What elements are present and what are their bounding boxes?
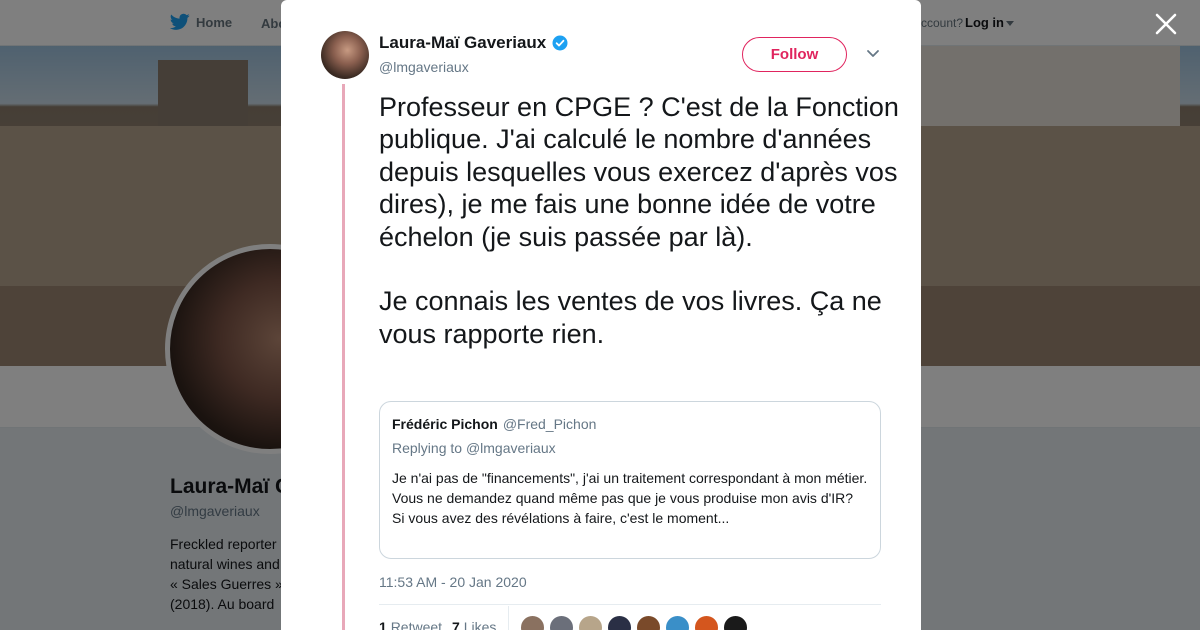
liker-avatar[interactable] bbox=[694, 615, 719, 630]
liker-avatar[interactable] bbox=[578, 615, 603, 630]
author-avatar[interactable] bbox=[321, 31, 369, 79]
quoted-tweet-line: Je n'ai pas de "financements", j'ai un t… bbox=[392, 470, 868, 506]
retweets-count: 1 bbox=[379, 619, 387, 630]
quoted-tweet-header: Frédéric Pichon @Fred_Pichon bbox=[392, 416, 868, 432]
replying-to: Replying to @lmgaveriaux bbox=[392, 440, 868, 456]
stats-separator bbox=[508, 606, 509, 630]
quoted-tweet[interactable]: Frédéric Pichon @Fred_Pichon Replying to… bbox=[379, 401, 881, 559]
stats-divider bbox=[379, 604, 881, 605]
tweet-modal: Laura-Maï Gaveriaux @lmgaveriaux Follow … bbox=[281, 0, 921, 630]
retweets-stat[interactable]: 1 Retweet bbox=[379, 619, 442, 630]
liker-avatar[interactable] bbox=[607, 615, 632, 630]
quoted-author-name: Frédéric Pichon bbox=[392, 416, 498, 432]
tweet-stats: 1 Retweet 7 Likes bbox=[379, 619, 496, 630]
thread-line bbox=[342, 84, 345, 630]
likes-label: Likes bbox=[463, 619, 497, 630]
close-icon[interactable] bbox=[1152, 10, 1180, 38]
replying-to-handle[interactable]: @lmgaveriaux bbox=[466, 440, 556, 456]
liker-avatars bbox=[520, 615, 748, 630]
liker-avatar[interactable] bbox=[723, 615, 748, 630]
liker-avatar[interactable] bbox=[636, 615, 661, 630]
liker-avatar[interactable] bbox=[549, 615, 574, 630]
verified-badge-icon bbox=[552, 35, 568, 51]
liker-avatar[interactable] bbox=[520, 615, 545, 630]
follow-button[interactable]: Follow bbox=[742, 37, 847, 72]
author-handle[interactable]: @lmgaveriaux bbox=[379, 59, 469, 75]
retweets-label: Retweet bbox=[390, 619, 443, 630]
likes-count: 7 bbox=[452, 619, 460, 630]
tweet-timestamp[interactable]: 11:53 AM - 20 Jan 2020 bbox=[379, 574, 527, 590]
replying-to-prefix: Replying to bbox=[392, 440, 463, 456]
liker-avatar[interactable] bbox=[665, 615, 690, 630]
chevron-down-icon[interactable] bbox=[865, 48, 881, 60]
author-name-text: Laura-Maï Gaveriaux bbox=[379, 33, 547, 52]
likes-stat[interactable]: 7 Likes bbox=[452, 619, 496, 630]
quoted-tweet-text: Je n'ai pas de "financements", j'ai un t… bbox=[392, 468, 868, 528]
quoted-author-handle: @Fred_Pichon bbox=[502, 416, 597, 432]
tweet-text: Professeur en CPGE ? C'est de la Fonctio… bbox=[379, 92, 899, 349]
quoted-tweet-line: Si vous avez des révélations à faire, c'… bbox=[392, 510, 730, 526]
author-name[interactable]: Laura-Maï Gaveriaux bbox=[379, 33, 569, 53]
